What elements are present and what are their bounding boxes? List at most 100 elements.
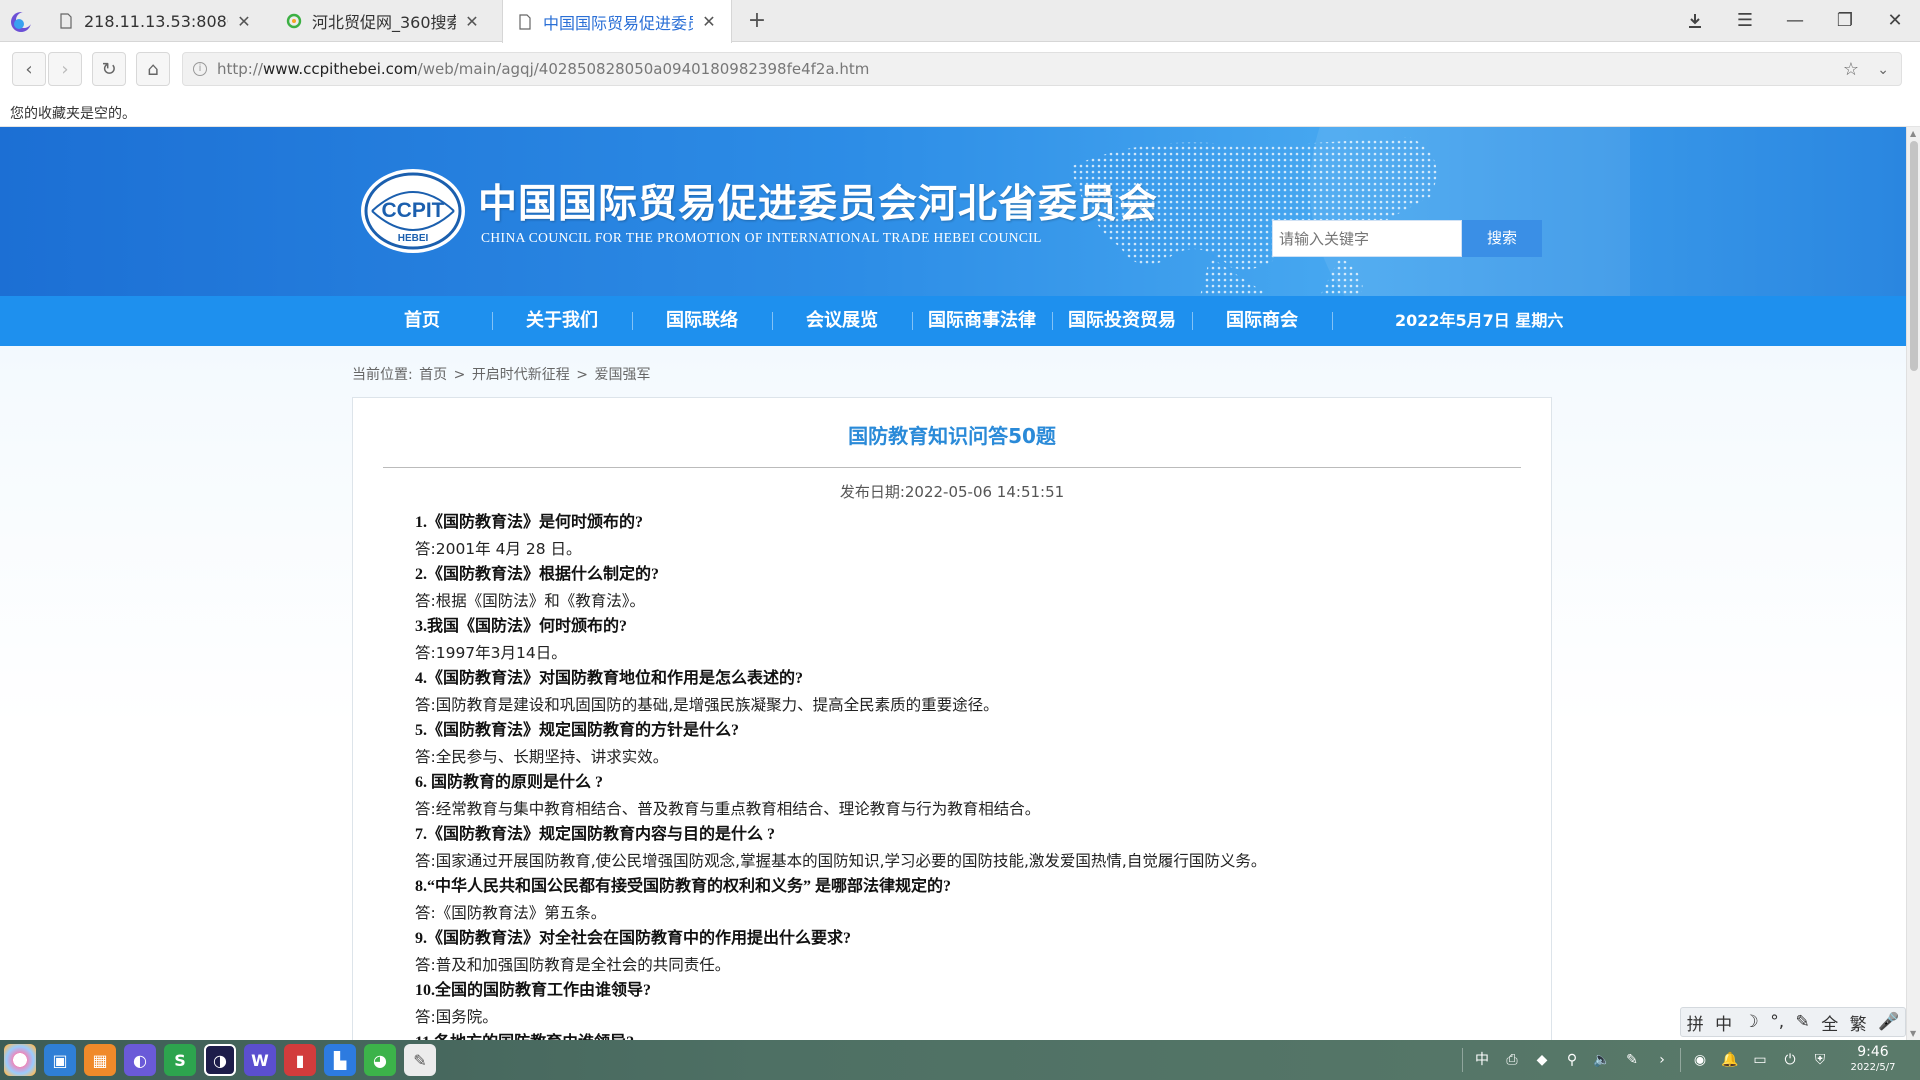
answer: 答:国务院。 — [415, 1008, 498, 1026]
nav-item-liaison[interactable]: 国际联络 — [632, 296, 772, 346]
doc-app-icon[interactable]: ▙ — [324, 1044, 356, 1076]
answer: 答:2001年 4月 28 日。 — [415, 540, 582, 558]
ime-fullwidth-toggle[interactable]: 全 — [1821, 1010, 1838, 1035]
settings-app-icon[interactable]: ✎ — [404, 1044, 436, 1076]
answer: 答:《国防教育法》第五条。 — [415, 904, 607, 922]
volume-icon[interactable]: 🔈 — [1592, 1050, 1612, 1070]
nav-item-home[interactable]: 首页 — [352, 296, 492, 346]
bookmark-star-icon[interactable]: ☆ — [1843, 53, 1859, 87]
breadcrumb-current[interactable]: 爱国强军 — [594, 367, 650, 383]
active-browser-app-icon[interactable]: ◑ — [204, 1044, 236, 1076]
ime-traditional-toggle[interactable]: 繁 — [1850, 1010, 1867, 1035]
browser-app-icon[interactable]: ◐ — [124, 1044, 156, 1076]
files-app-icon[interactable]: ▦ — [84, 1044, 116, 1076]
clock-time: 9:46 — [1857, 1044, 1889, 1060]
home-button[interactable]: ⌂ — [136, 52, 170, 86]
new-tab-button[interactable]: + — [742, 6, 772, 36]
nav-item-commercial-law[interactable]: 国际商事法律 — [912, 296, 1052, 346]
tab-close-icon[interactable]: ✕ — [236, 12, 252, 31]
tab-1[interactable]: 218.11.13.53:8080/mc ✕ — [44, 0, 266, 42]
logo-text: CCPIT — [382, 199, 445, 222]
ime-tray-icon[interactable]: 中 — [1472, 1050, 1492, 1070]
answer: 答:普及和加强国防教育是全社会的共同责任。 — [415, 956, 731, 974]
security-shield-icon[interactable]: ⛨ — [1810, 1050, 1830, 1070]
tab-close-icon[interactable]: ✕ — [464, 12, 480, 31]
taskbar-divider — [1462, 1048, 1463, 1072]
reload-button[interactable]: ↻ — [92, 52, 126, 86]
download-icon[interactable] — [1670, 0, 1720, 42]
ime-punctuation-icon[interactable]: °, — [1770, 1012, 1784, 1032]
publish-date: 发布日期:2022-05-06 14:51:51 — [839, 483, 1065, 501]
usb-icon[interactable]: ⚲ — [1562, 1050, 1582, 1070]
printer-icon[interactable]: ⎙ — [1502, 1050, 1522, 1070]
chevron-down-icon[interactable]: ⌄ — [1877, 53, 1889, 87]
qa-list: 1.《国防教育法》是何时颁布的? 答:2001年 4月 28 日。 2.《国防教… — [415, 510, 1515, 1040]
question: 9.《国防教育法》对全社会在国防教育中的作用提出什么要求? — [415, 930, 852, 947]
nav-item-about[interactable]: 关于我们 — [492, 296, 632, 346]
nav-divider — [1332, 312, 1333, 330]
question: 3.我国《国防法》何时颁布的? — [415, 618, 628, 635]
pen-icon[interactable]: ✎ — [1622, 1050, 1642, 1070]
url-host: www.ccpithebei.com — [262, 60, 418, 78]
writer-app-icon[interactable]: W — [244, 1044, 276, 1076]
minimize-icon[interactable]: — — [1770, 0, 1820, 42]
ime-pinyin-icon[interactable]: 拼 — [1687, 1010, 1704, 1035]
browser-logo-icon[interactable] — [8, 10, 36, 34]
breadcrumb-section[interactable]: 开启时代新征程 — [472, 367, 570, 383]
site-info-icon[interactable]: i — [193, 62, 207, 76]
address-row: ‹ › ↻ ⌂ i http://www.ccpithebei.com/web/… — [0, 43, 1920, 95]
tab-3-active[interactable]: 中国国际贸易促进委员 ✕ — [502, 0, 732, 43]
page-scrollbar[interactable]: ▲ ▼ — [1906, 127, 1920, 1040]
notification-bell-icon[interactable]: 🔔 — [1720, 1050, 1740, 1070]
site-title[interactable]: 中国国际贸易促进委员会河北省委员会 — [478, 173, 1158, 229]
forward-button[interactable]: › — [48, 52, 82, 86]
ccpit-logo[interactable]: CCPIT HEBEI — [358, 167, 468, 255]
tray-app-icon[interactable]: ◆ — [1532, 1050, 1552, 1070]
wechat-app-icon[interactable]: ◕ — [364, 1044, 396, 1076]
site-search-button[interactable]: 搜索 — [1462, 220, 1542, 257]
power-icon[interactable]: ⏻ — [1780, 1050, 1800, 1070]
taskbar-clock[interactable]: 9:46 2022/5/7 — [1838, 1043, 1908, 1075]
keyboard-icon[interactable]: ▭ — [1750, 1050, 1770, 1070]
article-title: 国防教育知识问答50题 — [848, 424, 1056, 448]
network-icon[interactable]: ◉ — [1690, 1050, 1710, 1070]
logo-subtext: HEBEI — [398, 233, 429, 244]
breadcrumb-home[interactable]: 首页 — [419, 367, 447, 383]
start-menu-icon[interactable] — [4, 1044, 36, 1076]
ime-moon-icon[interactable]: ☽ — [1744, 1012, 1759, 1032]
store-app-icon[interactable]: ▣ — [44, 1044, 76, 1076]
article-panel: 国防教育知识问答50题 发布日期:2022-05-06 14:51:51 1.《… — [352, 397, 1552, 1040]
page-icon — [519, 13, 531, 30]
menu-icon[interactable]: ☰ — [1720, 0, 1770, 42]
answer: 答:经常教育与集中教育相结合、普及教育与重点教育相结合、理论教育与行为教育相结合… — [415, 800, 1041, 818]
reader-app-icon[interactable]: ▮ — [284, 1044, 316, 1076]
back-button[interactable]: ‹ — [12, 52, 46, 86]
page-icon — [60, 13, 72, 29]
question: 11.各地方的国防教育由谁领导? — [415, 1030, 1515, 1040]
spreadsheet-app-icon[interactable]: S — [164, 1044, 196, 1076]
current-date: 2022年5月7日 星期六 — [1395, 311, 1564, 330]
scrollbar-thumb[interactable] — [1910, 141, 1918, 371]
breadcrumb-separator: > — [576, 367, 588, 383]
restore-icon[interactable]: ❐ — [1820, 0, 1870, 42]
chevron-right-icon[interactable]: › — [1652, 1050, 1672, 1070]
question: 1.《国防教育法》是何时颁布的? — [415, 514, 644, 531]
site-search-input[interactable] — [1272, 220, 1462, 257]
url-path: /web/main/agqj/402850828050a094018098239… — [417, 60, 870, 78]
ime-mic-icon[interactable]: 🎤 — [1878, 1012, 1899, 1032]
nav-item-investment-trade[interactable]: 国际投资贸易 — [1052, 296, 1192, 346]
nav-item-chamber[interactable]: 国际商会 — [1192, 296, 1332, 346]
ime-handwrite-icon[interactable]: ✎ — [1796, 1012, 1810, 1032]
page-viewport: CCPIT HEBEI 中国国际贸易促进委员会河北省委员会 CHINA COUN… — [0, 127, 1906, 1040]
tab-2[interactable]: 河北贸促网_360搜索 ✕ — [272, 0, 494, 42]
address-bar[interactable]: i http://www.ccpithebei.com/web/main/agq… — [182, 52, 1902, 86]
scroll-down-icon[interactable]: ▼ — [1910, 1029, 1916, 1038]
ime-chinese-toggle[interactable]: 中 — [1715, 1010, 1732, 1035]
answer: 答:国家通过开展国防教育,使公民增强国防观念,掌握基本的国防知识,学习必要的国防… — [415, 852, 1267, 870]
360-search-icon — [286, 13, 302, 29]
tab-close-icon[interactable]: ✕ — [701, 12, 717, 31]
nav-item-exhibitions[interactable]: 会议展览 — [772, 296, 912, 346]
close-window-icon[interactable]: ✕ — [1870, 0, 1920, 42]
bookmarks-empty-text: 您的收藏夹是空的。 — [10, 106, 136, 122]
scroll-up-icon[interactable]: ▲ — [1910, 129, 1916, 138]
